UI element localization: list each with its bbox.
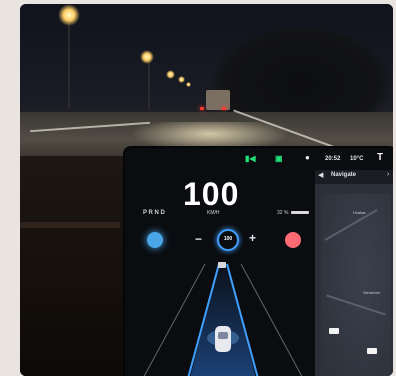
taillight [200, 107, 204, 110]
street-lamp-pole [148, 58, 150, 110]
set-speed-value: 100 [223, 236, 233, 242]
clock: 20:52 [325, 156, 341, 162]
temperature: 10°C [350, 156, 364, 162]
battery-bar [291, 211, 309, 214]
status-bar: ▮◀ ▣ ● 20:52 10°C T [125, 148, 393, 170]
map-marker [329, 328, 339, 334]
headlight-icon[interactable]: ▮◀ [245, 154, 256, 163]
map-marker [367, 348, 377, 354]
map-label: Hvalsø [353, 210, 366, 215]
gear-selector: P R N D [143, 210, 165, 216]
taillight [222, 107, 226, 110]
street-lamp-pole [68, 14, 70, 109]
decrease-speed-button[interactable]: − [195, 232, 202, 246]
speed-readout: 100 [183, 176, 240, 212]
lead-vehicle [218, 262, 226, 268]
photo-frame: ▮◀ ▣ ● 20:52 10°C T 100 KM/H P R N D 32 … [20, 4, 393, 376]
alert-button[interactable] [285, 232, 301, 248]
street-lamp [166, 70, 175, 79]
street-lamp [140, 50, 154, 64]
street-lamp [58, 4, 80, 26]
battery-percent: 32 % [277, 210, 289, 216]
map-panel[interactable]: Hvalsø Slemmen [315, 184, 393, 376]
increase-speed-button[interactable]: + [249, 231, 256, 245]
vehicle-ahead [206, 90, 230, 110]
person-icon[interactable]: ● [305, 153, 310, 162]
map-label: Slemmen [363, 290, 380, 295]
autopilot-visualization [143, 262, 303, 376]
tree-line [210, 24, 393, 124]
lane-path [190, 264, 256, 376]
center-touchscreen: ▮◀ ▣ ● 20:52 10°C T 100 KM/H P R N D 32 … [123, 146, 393, 376]
street-lamp [186, 82, 191, 87]
dashboard-trim [20, 222, 120, 228]
street-lamp [178, 76, 185, 83]
autopilot-steering-icon[interactable] [147, 232, 163, 248]
navigation-arrow-icon: ◀ [318, 172, 324, 179]
tesla-logo-icon[interactable]: T [377, 152, 383, 163]
speed-unit: KM/H [207, 210, 220, 216]
chevron-right-icon[interactable]: › [387, 171, 389, 178]
lights-icon[interactable]: ▣ [275, 154, 283, 163]
navigate-label: Navigate [331, 172, 357, 178]
